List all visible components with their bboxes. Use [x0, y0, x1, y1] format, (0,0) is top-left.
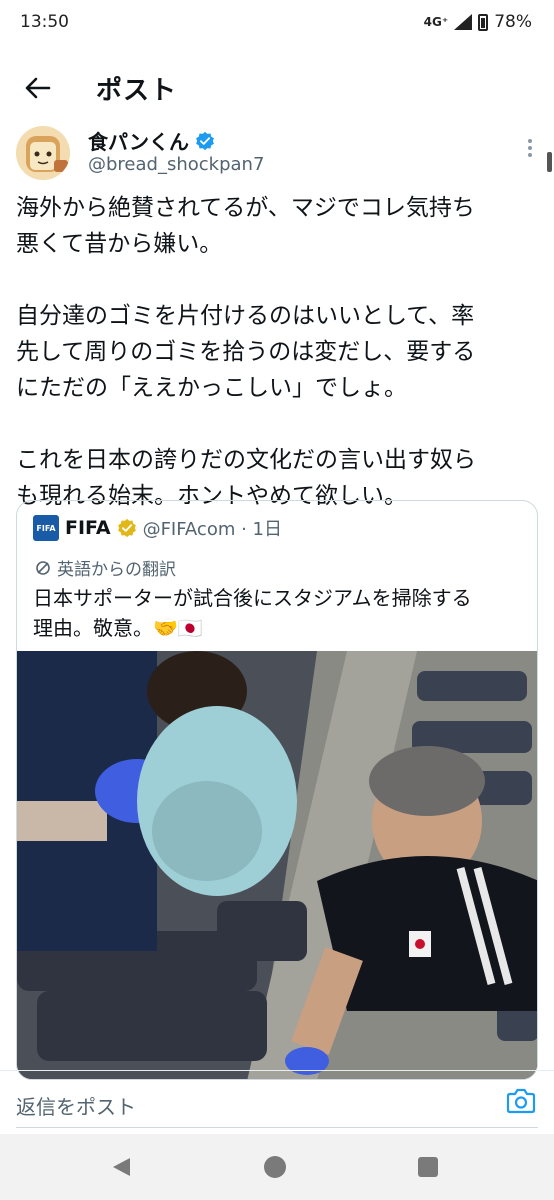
post-line: 海外から絶賛されてるが、マジでコレ気持ち [16, 195, 475, 221]
display-name-row: 食パンくん [88, 126, 215, 155]
quoted-post-text: 日本サポーターが試合後にスタジアムを掃除する 理由。敬意。🤝🇯🇵 [33, 583, 523, 643]
more-dot [528, 146, 532, 150]
battery-icon [478, 13, 489, 31]
more-options-button[interactable] [520, 136, 540, 166]
top-app-bar: ポスト [0, 58, 554, 118]
fifa-avatar: FIFA [33, 515, 59, 541]
more-dots-icon [528, 139, 532, 143]
network-type: 4G⁺ [423, 15, 449, 29]
post-line: これを日本の誇りだの文化だの言い出す奴ら [16, 447, 476, 473]
nav-recents-icon[interactable] [418, 1157, 438, 1177]
post-line: にただの「ええかっこしい」でしょ。 [16, 375, 407, 401]
nav-back-icon[interactable] [110, 1156, 132, 1178]
nav-home-icon[interactable] [264, 1156, 286, 1178]
verified-badge-icon [196, 131, 214, 150]
reply-underline [16, 1127, 538, 1128]
quoted-handle-time: @FIFAcom · 1日 [142, 519, 282, 540]
post-text: 海外から絶賛されてるが、マジでコレ気持ち 悪くて昔から嫌い。 自分達のゴミを片付… [16, 190, 538, 514]
camera-icon [506, 1088, 536, 1114]
display-name[interactable]: 食パンくん [88, 126, 189, 155]
bread-avatar-image [16, 126, 70, 180]
page-title: ポスト [96, 75, 178, 106]
post-author: 食パンくん @bread_shockpan7 [16, 122, 546, 182]
battery-percent: 78% [494, 12, 532, 32]
signal-icon [454, 14, 473, 30]
arrow-left-icon [25, 77, 51, 99]
post-line: 自分達のゴミを片付けるのはいいとして、率 [16, 303, 475, 329]
avatar[interactable] [16, 126, 70, 180]
reply-input[interactable]: 返信をポスト [16, 1091, 136, 1120]
stadium-cleanup-image [17, 651, 537, 1079]
status-time: 13:50 [20, 12, 69, 32]
more-dot [528, 153, 532, 157]
gold-verified-badge-icon [117, 518, 136, 538]
translation-label: 英語からの翻訳 [57, 560, 176, 580]
translate-icon [36, 560, 50, 575]
quoted-post-header: FIFA FIFA @FIFAcom · 1日 [33, 515, 282, 541]
system-navigation-bar [0, 1134, 554, 1200]
quoted-video-thumbnail[interactable] [17, 651, 537, 1079]
reply-composer: 返信をポスト [0, 1070, 554, 1132]
quoted-post-card[interactable]: FIFA FIFA @FIFAcom · 1日 英語からの翻訳 日本サポーターが… [16, 500, 538, 1080]
user-handle[interactable]: @bread_shockpan7 [88, 154, 264, 175]
quoted-display-name: FIFA [65, 517, 111, 539]
translation-label-row[interactable]: 英語からの翻訳 [35, 555, 176, 580]
status-indicators: 4G⁺ 78% [424, 12, 532, 32]
scroll-indicator [547, 152, 552, 172]
status-bar: 13:50 4G⁺ 78% [0, 0, 554, 48]
post-line: 先して周りのゴミを拾うのは変だし、要する [16, 339, 476, 365]
quoted-line: 日本サポーターが試合後にスタジアムを掃除する [33, 586, 472, 610]
back-button[interactable] [18, 68, 58, 108]
post-line: 悪くて昔から嫌い。 [16, 231, 223, 257]
camera-button[interactable] [506, 1087, 536, 1115]
quoted-line: 理由。敬意。🤝🇯🇵 [33, 616, 203, 640]
